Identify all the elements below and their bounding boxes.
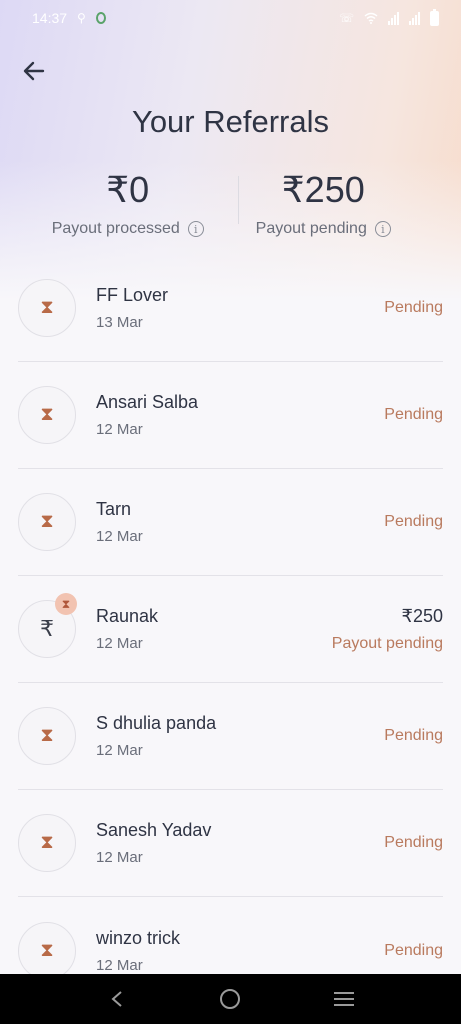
summary-divider: [238, 176, 239, 224]
info-icon[interactable]: i: [374, 221, 391, 237]
referral-date: 12 Mar: [96, 421, 143, 438]
referral-item[interactable]: ⧗ Ansari Salba 12 Mar Pending: [18, 362, 443, 469]
hourglass-icon: ⧗: [40, 297, 54, 318]
referral-date: 12 Mar: [96, 635, 143, 652]
status-time: 14:37: [32, 10, 68, 26]
payout-processed-label: Payout processed: [51, 220, 180, 237]
page-title: Your Referrals: [131, 104, 329, 139]
status-avatar: ⧗: [18, 921, 76, 980]
nav-home-button[interactable]: [210, 979, 250, 1019]
hourglass-badge-icon: ⧗: [55, 593, 77, 615]
payout-pending-row: Payout pending i: [226, 220, 422, 238]
referral-date: 12 Mar: [96, 849, 143, 866]
info-icon[interactable]: i: [187, 221, 204, 237]
battery-icon: [430, 8, 439, 26]
payout-processed-amount: ₹0: [106, 169, 150, 210]
hourglass-icon: ⧗: [40, 832, 54, 853]
referral-date: 12 Mar: [96, 956, 143, 974]
referral-date: 12 Mar: [96, 528, 143, 545]
referral-status: Pending: [384, 941, 443, 959]
status-avatar: ₹ ⧗: [18, 593, 77, 658]
wifi-call-icon: ☏: [338, 11, 354, 25]
referral-date: 13 Mar: [96, 314, 143, 331]
status-avatar: ⧗: [18, 279, 76, 337]
referral-date: 12 Mar: [96, 742, 143, 759]
referral-status: Pending: [384, 406, 443, 423]
circle-home-icon: [220, 989, 241, 1009]
referral-item[interactable]: ⧗ Sanesh Yadav 12 Mar Pending: [18, 790, 443, 897]
payout-pending-amount: ₹250: [281, 169, 365, 210]
referral-name: S dhulia panda: [96, 713, 217, 733]
payout-processed-section: ₹0 Payout processed i: [0, 168, 226, 248]
status-avatar: ⧗: [18, 814, 76, 872]
referral-item[interactable]: ⧗ S dhulia panda 12 Mar Pending: [18, 683, 443, 790]
referral-name: FF Lover: [96, 285, 169, 305]
referral-status: Pending: [384, 834, 443, 851]
status-bar: 14:37 ⚲ ☏: [0, 0, 461, 36]
status-avatar: ⧗: [18, 707, 76, 765]
menu-lines-icon: [334, 992, 355, 1006]
system-navigation-bar: [0, 974, 461, 1024]
referral-name: Raunak: [96, 606, 159, 626]
referral-amount: ₹250: [401, 605, 443, 626]
rupee-icon: ₹: [40, 616, 54, 641]
referral-name: Sanesh Yadav: [96, 820, 212, 840]
wifi-icon: [364, 12, 378, 24]
back-button[interactable]: [18, 55, 50, 87]
referral-name: Ansari Salba: [96, 392, 199, 412]
referral-status: Pending: [384, 727, 443, 744]
hourglass-icon: ⧗: [40, 511, 54, 532]
referral-status: Pending: [384, 299, 443, 316]
status-avatar: ⧗: [18, 493, 76, 551]
status-avatar: ⧗: [18, 386, 76, 444]
nav-recents-button[interactable]: [324, 979, 364, 1019]
signal-icon-2: [409, 11, 420, 25]
hourglass-icon: ⧗: [40, 404, 54, 425]
referral-status-block: ₹250 Payout pending: [332, 606, 443, 653]
referral-item[interactable]: ⧗ FF Lover 13 Mar Pending: [18, 255, 443, 362]
payout-summary: ₹0 Payout processed i ₹250 Payout pendin…: [0, 168, 461, 248]
usb-icon: ⚲: [77, 11, 86, 25]
payout-processed-row: Payout processed i: [30, 220, 226, 238]
arrow-left-icon: [23, 61, 45, 81]
referral-status: Payout pending: [331, 634, 443, 652]
nav-back-button[interactable]: [97, 979, 137, 1019]
referral-name: Tarn: [96, 499, 132, 519]
referral-status: Pending: [384, 513, 443, 530]
referral-name: winzo trick: [96, 927, 181, 948]
payout-pending-label: Payout pending: [255, 220, 367, 237]
chevron-left-icon: [111, 991, 122, 1007]
signal-icon: [388, 11, 399, 25]
hourglass-icon: ⧗: [40, 939, 54, 961]
payout-pending-section: ₹250 Payout pending i: [226, 168, 461, 248]
referral-list: ⧗ FF Lover 13 Mar Pending ⧗ Ansari Salba 1…: [18, 255, 443, 1004]
app-notification-icon: [95, 12, 106, 24]
referral-item[interactable]: ⧗ Tarn 12 Mar Pending: [18, 469, 443, 576]
hourglass-icon: ⧗: [40, 725, 54, 746]
referral-item[interactable]: ₹ ⧗ Raunak 12 Mar ₹250 Payout pending: [18, 576, 443, 683]
